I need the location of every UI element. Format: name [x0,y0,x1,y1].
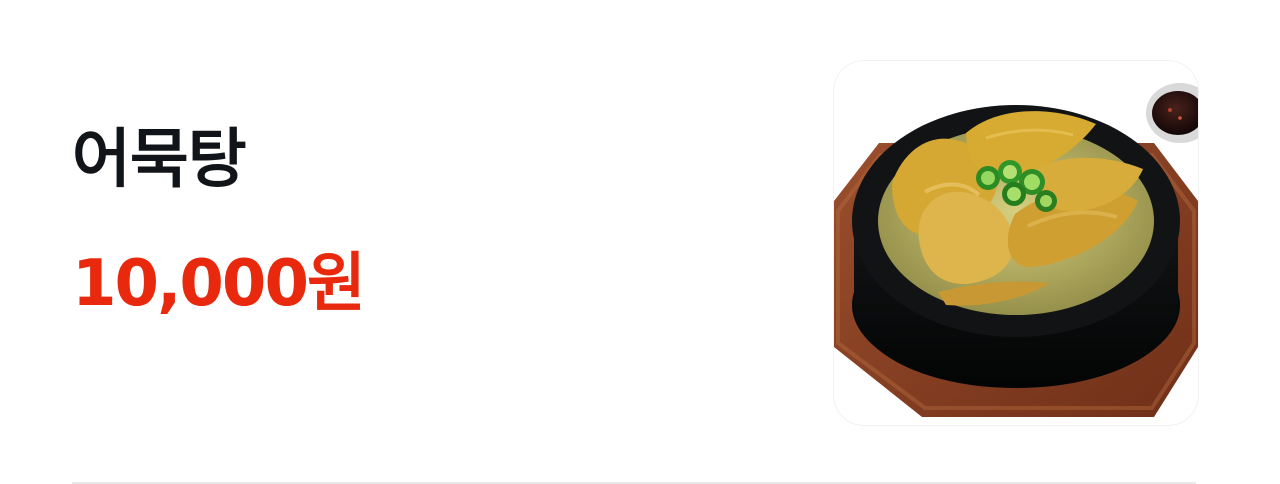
menu-item-photo[interactable] [834,61,1198,425]
menu-item-card[interactable]: 어묵탕 10,000원 [0,0,1280,484]
menu-item-name: 어묵탕 [72,123,247,197]
menu-item-price: 10,000원 [72,247,366,321]
